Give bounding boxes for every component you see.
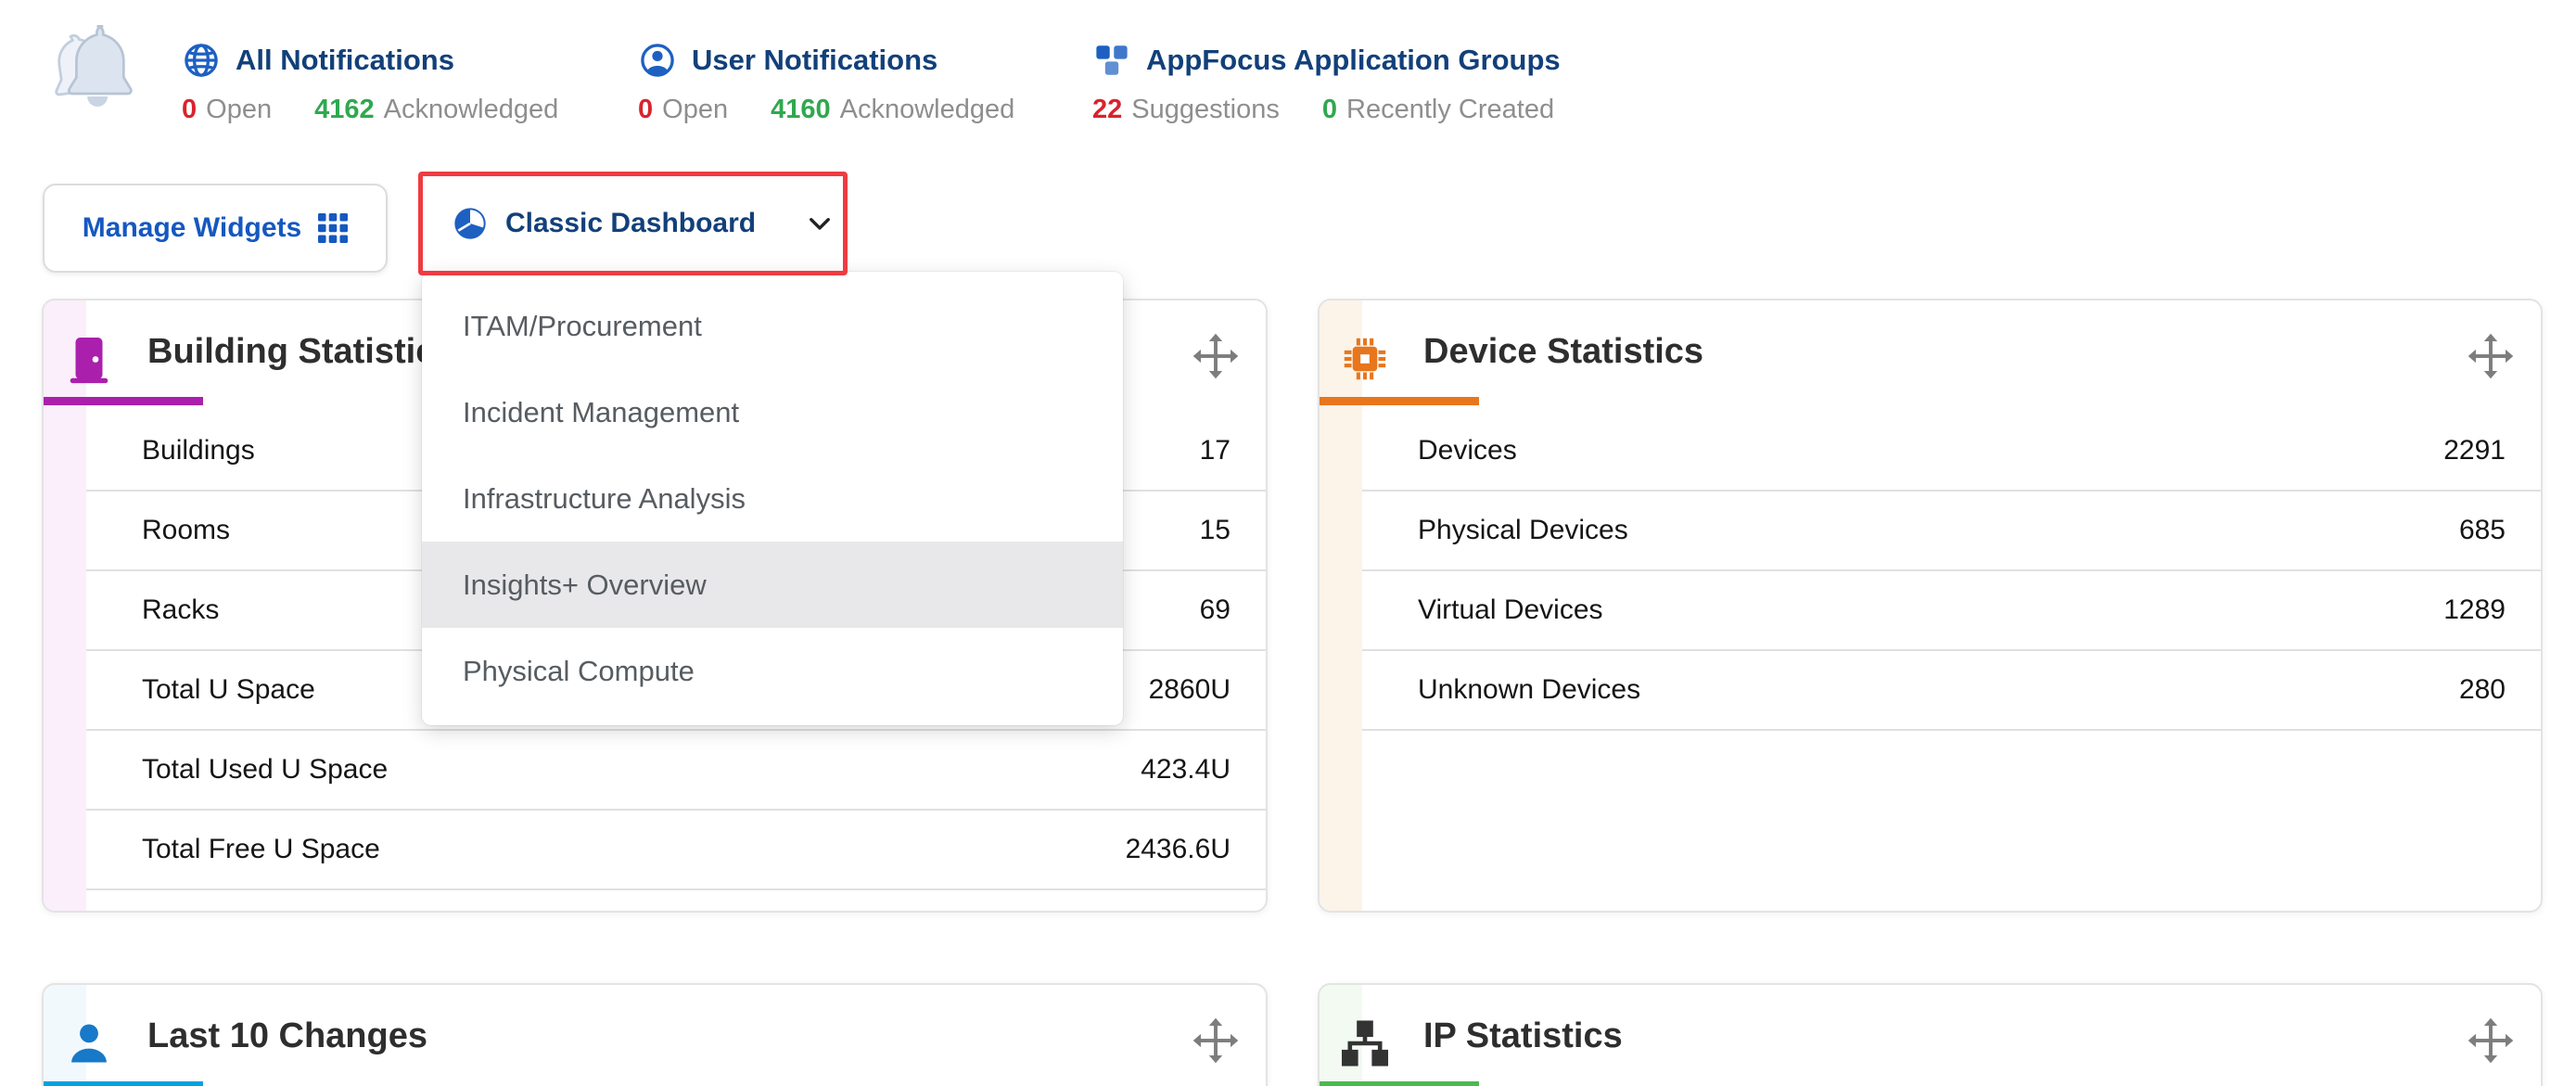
table-row: Virtual Devices 1289 (1362, 571, 2541, 651)
notifications-bell-icon (43, 17, 145, 119)
chip-icon (1338, 332, 1392, 386)
user-ack-label[interactable]: Acknowledged (840, 95, 1015, 125)
dashboard-selector[interactable]: Classic Dashboard (452, 193, 835, 254)
device-table: Devices 2291 Physical Devices 685 Virtua… (1362, 412, 2541, 731)
dashboard-page: All Notifications 0 Open 4162 Acknowledg… (0, 0, 2576, 1086)
row-label: Virtual Devices (1418, 594, 1603, 626)
building-accent-bar (44, 397, 203, 405)
building-card-stripe (44, 300, 86, 911)
table-row: Unknown Devices 280 (1362, 651, 2541, 731)
all-notifications-group: All Notifications 0 Open 4162 Acknowledg… (182, 41, 558, 125)
ip-accent-bar (1320, 1081, 1479, 1086)
row-label: Total Used U Space (142, 754, 388, 786)
row-label: Total U Space (142, 674, 315, 706)
table-row: Physical Devices 685 (1362, 492, 2541, 571)
row-label: Racks (142, 594, 219, 626)
dashboard-menu: ITAM/Procurement Incident Management Inf… (422, 272, 1123, 725)
changes-move-handle-icon[interactable] (1192, 1016, 1240, 1065)
user-open-label[interactable]: Open (662, 95, 728, 125)
globe-icon (182, 41, 221, 80)
appfocus-suggestions-label[interactable]: Suggestions (1131, 95, 1280, 125)
row-label: Unknown Devices (1418, 674, 1640, 706)
manage-widgets-label: Manage Widgets (83, 212, 301, 244)
user-notifications-title: User Notifications (692, 44, 937, 77)
table-row: Total Free U Space 2436.6U (86, 811, 1266, 890)
app-groups-icon (1092, 41, 1131, 80)
all-open-label[interactable]: Open (206, 95, 272, 125)
dashboard-pie-icon (452, 205, 489, 242)
dashboard-selected-label: Classic Dashboard (505, 208, 756, 239)
device-card-title: Device Statistics (1423, 332, 1703, 372)
changes-accent-bar (44, 1081, 203, 1086)
person-icon (62, 1016, 116, 1070)
widget-ip-statistics: IP Statistics (1318, 983, 2543, 1086)
all-ack-count[interactable]: 4162 (314, 95, 375, 125)
widget-device-statistics: Device Statistics Devices 2291 Physical … (1318, 299, 2543, 913)
row-value: 685 (2459, 515, 2506, 546)
table-row: Devices 2291 (1362, 412, 2541, 492)
user-ack-count[interactable]: 4160 (771, 95, 831, 125)
menu-item-incident-management[interactable]: Incident Management (422, 369, 1123, 455)
row-value: 280 (2459, 674, 2506, 706)
building-card-title: Building Statistics (147, 332, 454, 372)
row-value: 2860U (1149, 674, 1231, 706)
appfocus-group: AppFocus Application Groups 22 Suggestio… (1092, 41, 1561, 125)
widget-last-10-changes: Last 10 Changes (42, 983, 1268, 1086)
building-move-handle-icon[interactable] (1192, 332, 1240, 380)
row-label: Buildings (142, 435, 255, 466)
row-label: Physical Devices (1418, 515, 1628, 546)
appfocus-recent-count[interactable]: 0 (1322, 95, 1337, 125)
row-value: 1289 (2443, 594, 2506, 626)
menu-item-insights-overview[interactable]: Insights+ Overview (422, 542, 1123, 628)
user-circle-icon (638, 41, 677, 80)
device-card-stripe (1320, 300, 1362, 911)
row-value: 423.4U (1141, 754, 1231, 786)
row-value: 2436.6U (1126, 834, 1231, 865)
row-value: 2291 (2443, 435, 2506, 466)
menu-item-infrastructure-analysis[interactable]: Infrastructure Analysis (422, 455, 1123, 542)
row-label: Devices (1418, 435, 1517, 466)
ip-move-handle-icon[interactable] (2467, 1016, 2515, 1065)
user-open-count[interactable]: 0 (638, 95, 653, 125)
user-notifications-group: User Notifications 0 Open 4160 Acknowled… (638, 41, 1014, 125)
all-open-count[interactable]: 0 (182, 95, 197, 125)
row-value: 15 (1200, 515, 1231, 546)
appfocus-title: AppFocus Application Groups (1146, 44, 1561, 77)
device-accent-bar (1320, 397, 1479, 405)
network-icon (1338, 1016, 1392, 1070)
menu-item-physical-compute[interactable]: Physical Compute (422, 628, 1123, 714)
changes-card-title: Last 10 Changes (147, 1016, 427, 1056)
widgets-grid-icon (318, 213, 348, 243)
appfocus-recent-label[interactable]: Recently Created (1346, 95, 1554, 125)
row-value: 69 (1200, 594, 1231, 626)
ip-card-title: IP Statistics (1423, 1016, 1623, 1056)
row-label: Rooms (142, 515, 230, 546)
all-ack-label[interactable]: Acknowledged (384, 95, 559, 125)
all-notifications-title: All Notifications (236, 44, 454, 77)
device-move-handle-icon[interactable] (2467, 332, 2515, 380)
door-icon (62, 332, 116, 386)
chevron-down-icon (804, 208, 835, 239)
row-label: Total Free U Space (142, 834, 380, 865)
appfocus-suggestions-count[interactable]: 22 (1092, 95, 1122, 125)
menu-item-itam-procurement[interactable]: ITAM/Procurement (422, 283, 1123, 369)
table-row: Total Used U Space 423.4U (86, 731, 1266, 811)
manage-widgets-button[interactable]: Manage Widgets (43, 184, 388, 273)
row-value: 17 (1200, 435, 1231, 466)
